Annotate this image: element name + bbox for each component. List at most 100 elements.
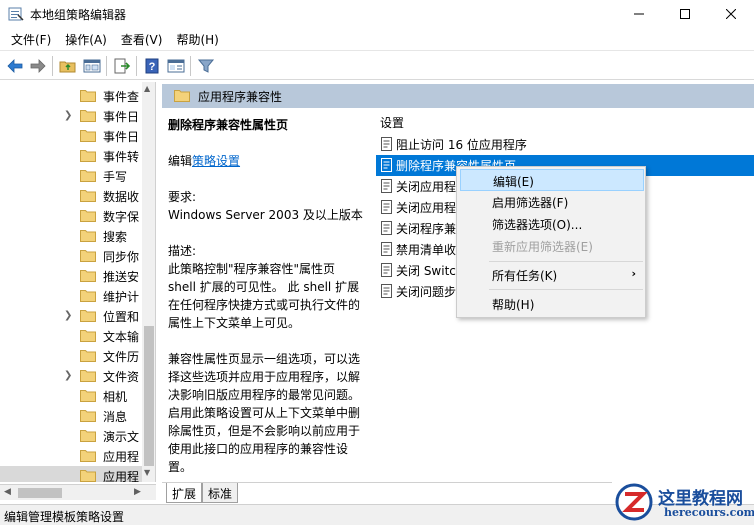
- policy-setting-icon: [381, 158, 392, 172]
- tree-item[interactable]: 相机: [0, 386, 142, 406]
- scrollbar-thumb[interactable]: [18, 488, 62, 498]
- scroll-up-icon[interactable]: ▲: [144, 84, 150, 93]
- toolbar-separator: [106, 56, 107, 76]
- tree-item[interactable]: 手写: [0, 166, 142, 186]
- folder-up-icon: [59, 61, 76, 73]
- scrollbar-thumb[interactable]: [144, 326, 154, 466]
- folder-icon: [80, 90, 96, 102]
- tree-item[interactable]: ❯ 事件日: [0, 106, 142, 126]
- tree-item-label: 文件历: [103, 350, 139, 364]
- tree-item[interactable]: 文件历: [0, 346, 142, 366]
- policy-setting-icon: [381, 200, 392, 214]
- folder-icon: [80, 230, 96, 242]
- tree-item[interactable]: 应用程: [0, 466, 142, 482]
- menu-item-enable-filter[interactable]: 启用筛选器(F): [460, 191, 644, 213]
- menu-separator: [489, 289, 643, 290]
- watermark-logo-icon: [615, 483, 653, 521]
- tree-item[interactable]: ❯ 文件资: [0, 366, 142, 386]
- tab-extended[interactable]: 扩展: [166, 483, 203, 503]
- tree-item-label: 事件查: [103, 90, 139, 104]
- tree-vertical-scrollbar[interactable]: ▲ ▼: [142, 82, 155, 482]
- tree-item[interactable]: 事件日: [0, 126, 142, 146]
- folder-icon: [80, 350, 96, 362]
- policy-heading: 删除程序兼容性属性页: [168, 118, 289, 132]
- svg-text:?: ?: [149, 61, 156, 73]
- tree-item[interactable]: 演示文: [0, 426, 142, 446]
- menu-item-help[interactable]: 帮助(H): [460, 293, 644, 315]
- forward-button[interactable]: [27, 55, 49, 77]
- scroll-down-icon[interactable]: ▼: [144, 468, 150, 477]
- back-button[interactable]: [4, 55, 26, 77]
- list-item[interactable]: 阻止访问 16 位应用程序: [376, 134, 754, 155]
- tree-item-label: 数据收: [103, 190, 139, 204]
- folder-icon: [80, 250, 96, 262]
- forward-arrow-icon: [30, 59, 46, 73]
- view-tabs: 扩展 标准: [162, 482, 612, 504]
- chevron-right-icon[interactable]: ❯: [64, 310, 74, 322]
- policy-setting-icon: [381, 137, 392, 151]
- console-tree[interactable]: 事件查 ❯ 事件日 事件日事件转手写数据收数字保 搜索 同步你推送安维护计 ❯ 位置和 文本输文…: [0, 82, 156, 482]
- chevron-right-icon[interactable]: ❯: [64, 370, 74, 382]
- tree-item[interactable]: 数字保: [0, 206, 142, 226]
- tree-item[interactable]: 推送安: [0, 266, 142, 286]
- export-list-button[interactable]: [111, 55, 133, 77]
- panel-header: 应用程序兼容性: [162, 84, 754, 108]
- tree-item[interactable]: 文本输: [0, 326, 142, 346]
- tree-item-label: 文件资: [103, 370, 139, 384]
- scroll-right-icon[interactable]: ▶: [134, 487, 141, 497]
- chevron-right-icon: ›: [631, 267, 636, 280]
- tree-item[interactable]: 事件转: [0, 146, 142, 166]
- description-text: 兼容性属性页显示一组选项，可以选择这些选项并应用于应用程序，以解决影响旧版应用程…: [168, 352, 361, 474]
- toolbar: ?: [0, 50, 754, 80]
- menu-help[interactable]: 帮助(H): [169, 29, 225, 50]
- title-bar: 本地组策略编辑器: [0, 0, 754, 28]
- toolbar-separator: [190, 56, 191, 76]
- folder-icon: [80, 390, 96, 402]
- minimize-button[interactable]: [616, 0, 662, 28]
- menu-action[interactable]: 操作(A): [58, 29, 114, 50]
- show-hide-tree-button[interactable]: [81, 55, 103, 77]
- policy-setting-icon: [381, 179, 392, 193]
- tree-item[interactable]: 消息: [0, 406, 142, 426]
- column-header-setting[interactable]: 设置: [380, 114, 404, 131]
- menu-item-edit[interactable]: 编辑(E): [460, 169, 644, 191]
- close-button[interactable]: [708, 0, 754, 28]
- maximize-icon: [680, 9, 690, 19]
- menu-view[interactable]: 查看(V): [114, 29, 170, 50]
- list-item-label: 关闭程序兼: [396, 222, 457, 236]
- menu-item-all-tasks[interactable]: 所有任务(K) ›: [460, 264, 644, 286]
- maximize-button[interactable]: [662, 0, 708, 28]
- folder-icon: [80, 150, 96, 162]
- tree-item[interactable]: 应用程: [0, 446, 142, 466]
- tree-item[interactable]: 同步你: [0, 246, 142, 266]
- tab-standard[interactable]: 标准: [202, 483, 239, 503]
- menu-item-label: 帮助(H): [492, 298, 535, 312]
- filter-button[interactable]: [195, 55, 217, 77]
- tree-horizontal-scrollbar[interactable]: ◀ ▶: [0, 484, 156, 500]
- menu-item-filter-options[interactable]: 筛选器选项(O)...: [460, 213, 644, 235]
- folder-icon: [80, 190, 96, 202]
- tree-item-label: 事件转: [103, 150, 139, 164]
- help-button[interactable]: ?: [141, 55, 163, 77]
- folder-icon: [80, 370, 96, 382]
- list-item-label: 关闭 Switch: [396, 264, 464, 278]
- properties-button[interactable]: [165, 55, 187, 77]
- folder-icon: [80, 170, 96, 182]
- menu-file[interactable]: 文件(F): [4, 29, 58, 50]
- tree-item-label: 应用程: [103, 450, 139, 464]
- edit-policy-link[interactable]: 策略设置: [192, 154, 240, 168]
- scroll-left-icon[interactable]: ◀: [4, 487, 11, 497]
- up-level-button[interactable]: [57, 55, 79, 77]
- tree-item-label: 演示文: [103, 430, 139, 444]
- chevron-right-icon[interactable]: ❯: [64, 110, 74, 122]
- tree-item[interactable]: 数据收: [0, 186, 142, 206]
- tree-item-label: 推送安: [103, 270, 139, 284]
- tree-item-label: 维护计: [103, 290, 139, 304]
- tree-item[interactable]: 搜索: [0, 226, 142, 246]
- tree-item[interactable]: 维护计: [0, 286, 142, 306]
- toolbar-separator: [136, 56, 137, 76]
- folder-icon: [174, 90, 190, 102]
- tree-item[interactable]: ❯ 位置和: [0, 306, 142, 326]
- tree-item-label: 消息: [103, 410, 128, 424]
- tree-item[interactable]: 事件查: [0, 86, 142, 106]
